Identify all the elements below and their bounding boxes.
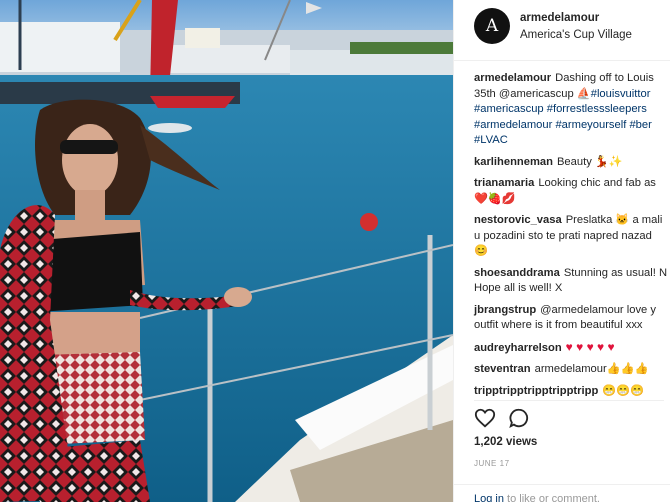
comment-list[interactable]: armedelamour Dashing off to Louis 35th @a… [454, 71, 670, 396]
comment-text: armedelamour👍👍👍 [534, 363, 649, 375]
comment-icon[interactable] [508, 407, 530, 434]
comment: jbrangstrup @armedelamour love y outfit w… [454, 303, 670, 334]
comment: audreyharrelson ♥ ♥ ♥ ♥ ♥ [454, 340, 670, 357]
comment-text: u pozadini sto te prati napred nazad [474, 229, 652, 242]
caption: armedelamour Dashing off to Louis 35th @a… [454, 71, 670, 149]
post-image[interactable] [0, 0, 453, 502]
view-count[interactable]: 1,202 views [474, 436, 537, 448]
comment-text: Stunning as usual! N [563, 266, 668, 279]
comment-username[interactable]: tripptripptripptripptripp [474, 385, 598, 397]
login-link[interactable]: Log in [474, 493, 504, 502]
comment-emoji: ❤️🍓💋 [474, 192, 516, 205]
comment-username[interactable]: steventran [474, 363, 531, 375]
caption-line: Dashing off to Louis [555, 72, 654, 84]
comment-text: Beauty [556, 155, 592, 168]
hashtag-line[interactable]: #armedelamour #armeyourself #ber [474, 118, 670, 134]
comment: trianamaria Looking chic and fab as ❤️🍓💋 [454, 176, 670, 207]
comment: shoesanddrama Stunning as usual! N Hope a… [454, 266, 670, 297]
heart-emojis: ♥ ♥ ♥ ♥ ♥ [565, 339, 615, 354]
caption-username[interactable]: armedelamour [474, 72, 551, 84]
sailboat-emoji: ⛵ [576, 87, 591, 100]
comment-username[interactable]: jbrangstrup [474, 304, 536, 316]
comment-text: @armedelamour love y [540, 303, 656, 316]
action-bar [474, 400, 664, 431]
comment-text: outfit where is it from beautiful xxx [474, 319, 643, 331]
hashtag-line[interactable]: #LVAC [474, 133, 670, 149]
caption-line: 35th @americascup [474, 87, 574, 100]
author-username[interactable]: armedelamour [520, 12, 599, 24]
comment-text: Hope all is well! X [474, 282, 563, 294]
avatar[interactable]: A [474, 8, 510, 44]
login-prompt: Log in to like or comment. [454, 484, 670, 502]
post-sidebar: A armedelamour America's Cup Village arm… [453, 0, 670, 502]
heart-icon[interactable] [474, 407, 496, 434]
comment-username[interactable]: nestorovic_vasa [474, 214, 562, 226]
comment-text: Looking chic and fab as [538, 177, 656, 189]
comment-username[interactable]: karlihenneman [474, 156, 553, 168]
comment: steventran armedelamour👍👍👍 [454, 362, 670, 378]
comment: karlihenneman Beauty 💃✨ [454, 155, 670, 171]
photo-scene [0, 0, 453, 502]
comment: tripptripptripptripptripp 😁😁😁 [454, 384, 670, 397]
hashtag-link[interactable]: #louisvuittor [591, 88, 651, 100]
comment-emoji: 💃✨ [594, 155, 623, 168]
comment-text: 😁😁😁 [602, 384, 645, 397]
hashtag-line[interactable]: #americascup #forrestlesssleepers [474, 102, 670, 118]
comment-emoji: 😊 [474, 245, 488, 257]
comment-text: Preslatka 🐱 a mali [565, 214, 663, 226]
comment-username[interactable]: shoesanddrama [474, 267, 560, 279]
comment: nestorovic_vasa Preslatka 🐱 a mali u poza… [454, 213, 670, 260]
login-text: to like or comment. [507, 493, 600, 502]
post-date[interactable]: JUNE 17 [474, 459, 510, 468]
comment-username[interactable]: trianamaria [474, 177, 534, 189]
post-header: A armedelamour America's Cup Village [454, 0, 670, 61]
location-link[interactable]: America's Cup Village [520, 29, 632, 41]
comment-username[interactable]: audreyharrelson [474, 342, 562, 354]
